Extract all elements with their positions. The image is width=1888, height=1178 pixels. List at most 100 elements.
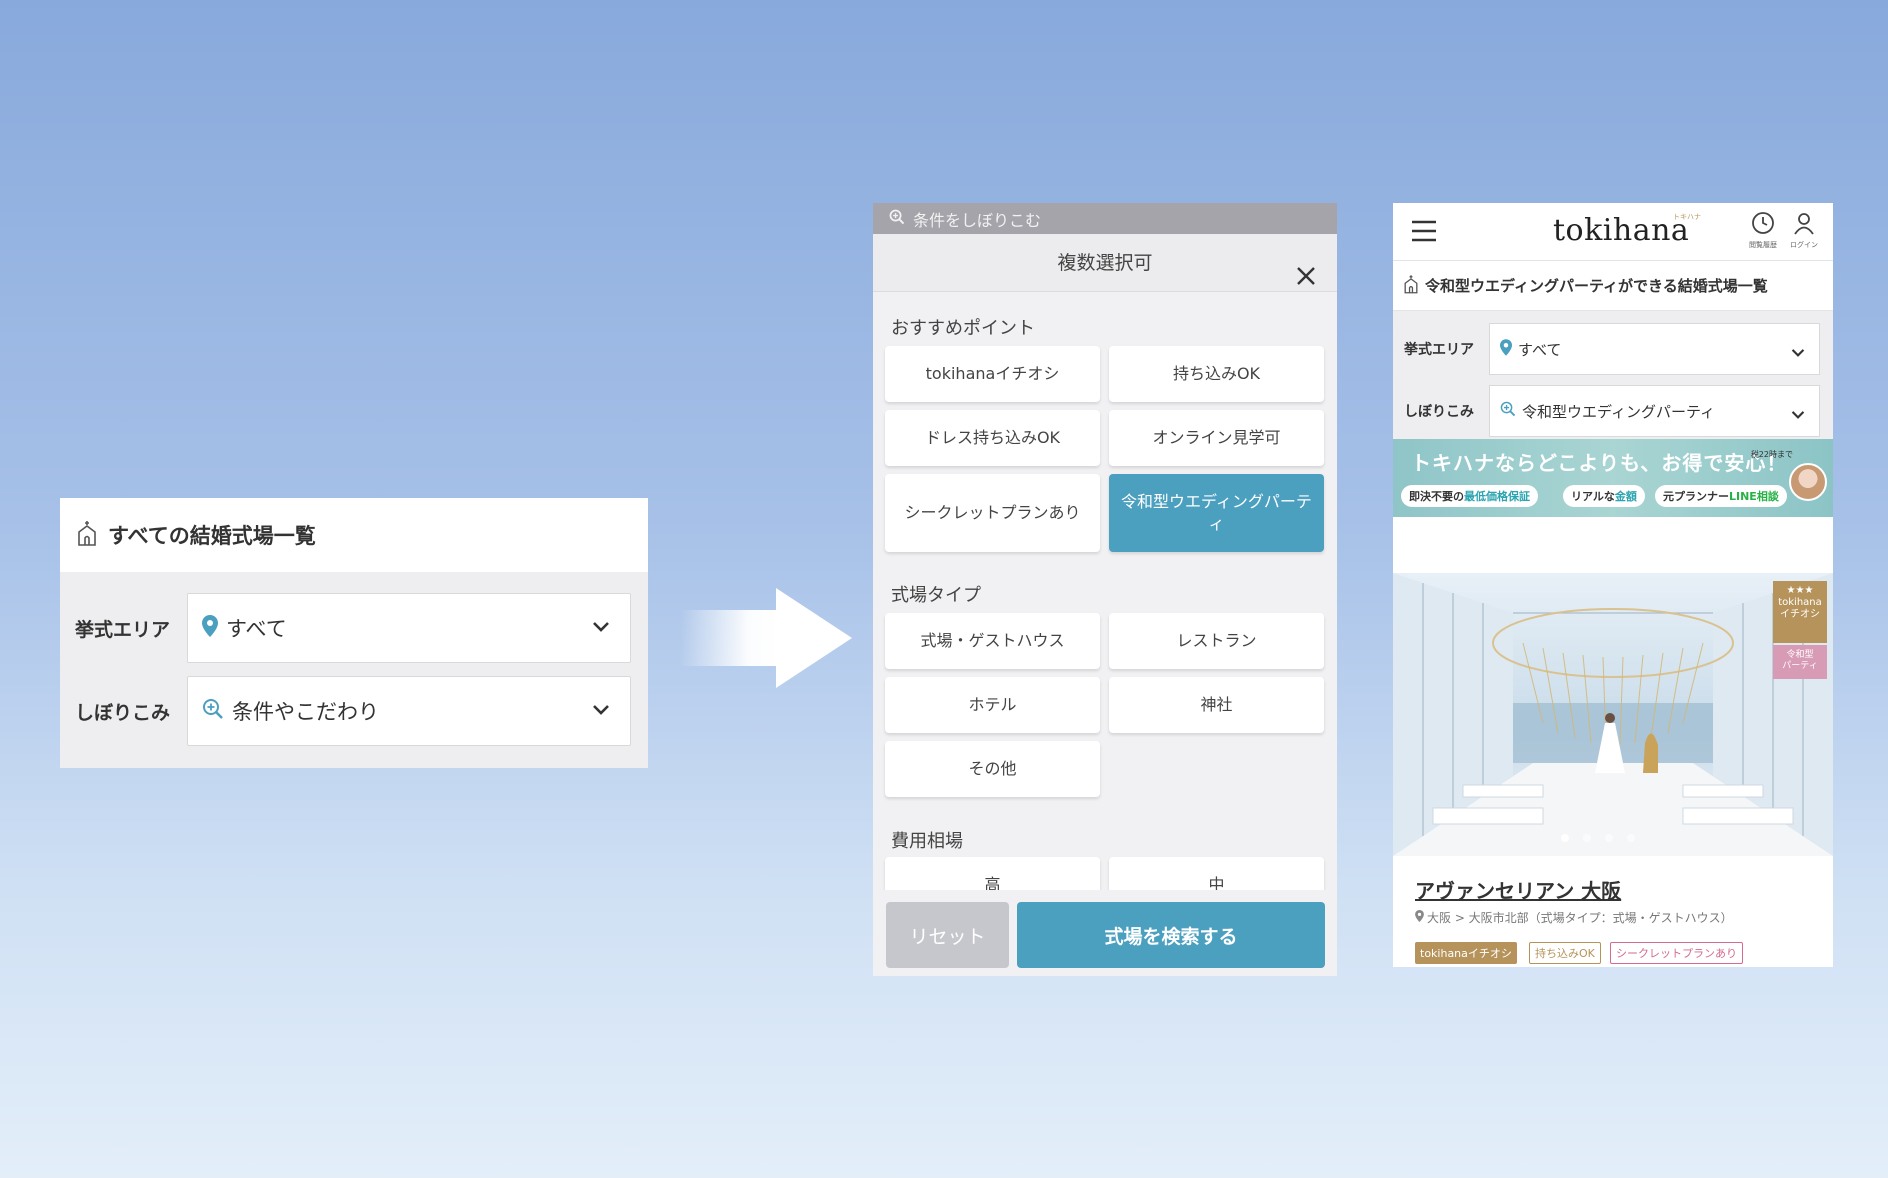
pill-prefix: リアルな: [1571, 490, 1615, 503]
card-header: すべての結婚式場一覧: [60, 498, 648, 572]
reiwa-party-badge: 令和型 パーティ: [1773, 645, 1827, 679]
results-title-bar: 令和型ウエディングパーティができる結婚式場一覧: [1393, 261, 1833, 311]
section-title-type: 式場タイプ: [891, 585, 981, 606]
option-mochikomi-ok[interactable]: 持ち込みOK: [1109, 346, 1324, 402]
area-row: 挙式エリア すべて: [60, 593, 648, 663]
history-caption: 閲覧履歴: [1749, 241, 1777, 249]
location-pin-icon: [1500, 338, 1512, 360]
pill-highlight: 最低価格保証: [1464, 490, 1530, 503]
section-title-recommend: おすすめポイント: [891, 318, 1035, 339]
pill-highlight: LINE相談: [1729, 490, 1779, 503]
carousel-dot[interactable]: [1605, 834, 1613, 842]
planner-avatar: [1789, 463, 1827, 501]
chapel-icon: [1403, 274, 1419, 298]
filter-value: 令和型ウエディングパーティ: [1522, 402, 1716, 421]
all-venues-card: すべての結婚式場一覧 挙式エリア すべて しぼりこみ 条件やこだわり: [60, 498, 648, 768]
banner-pill-line: 元プランナー LINE相談: [1655, 485, 1787, 507]
page-title: すべての結婚式場一覧: [108, 524, 316, 548]
zoom-search-icon: [889, 209, 905, 229]
filter-row: しぼりこみ 令和型ウエディングパーティ: [1393, 385, 1820, 437]
modal-header: 複数選択可: [873, 234, 1337, 292]
site-logo[interactable]: tokihana: [1553, 213, 1689, 248]
tag-tokihana-ichioshi: tokihanaイチオシ: [1415, 942, 1517, 964]
filter-select[interactable]: 令和型ウエディングパーティ: [1489, 385, 1820, 437]
venue-location-text: 大阪 > 大阪市北部（式場タイプ：式場・ゲストハウス）: [1427, 911, 1733, 925]
results-title: 令和型ウエディングパーティができる結婚式場一覧: [1425, 277, 1768, 295]
venue-location: 大阪 > 大阪市北部（式場タイプ：式場・ゲストハウス）: [1415, 909, 1733, 926]
option-reiwa-wedding-party[interactable]: 令和型ウエディングパーティ: [1109, 474, 1324, 552]
carousel-dot[interactable]: [1561, 834, 1569, 842]
pill-prefix: 即決不要の: [1409, 490, 1464, 503]
filter-row: しぼりこみ 条件やこだわり: [60, 676, 648, 746]
tokihana-recommend-badge: ★★★ tokihana イチオシ: [1773, 581, 1827, 643]
login-button[interactable]: ログイン: [1786, 211, 1822, 250]
option-jinja[interactable]: 神社: [1109, 677, 1324, 733]
option-other[interactable]: その他: [885, 741, 1100, 797]
section-title-cost: 費用相場: [891, 831, 963, 852]
chapel-icon: [76, 520, 98, 550]
area-select[interactable]: すべて: [1489, 323, 1820, 375]
area-label: 挙式エリア: [75, 618, 171, 641]
promo-banner[interactable]: トキハナならどこよりも、お得で安心！ 税22時まで 即決不要の 最低価格保証 リア…: [1393, 439, 1833, 517]
login-caption: ログイン: [1790, 241, 1818, 249]
chevron-down-icon: [1791, 405, 1805, 424]
chevron-down-icon: [592, 701, 610, 720]
option-shikijo-guesthouse[interactable]: 式場・ゲストハウス: [885, 613, 1100, 669]
badge-line: tokihana: [1778, 597, 1822, 608]
tag-mochikomi-ok: 持ち込みOK: [1529, 942, 1601, 964]
venue-photo-carousel[interactable]: ★★★ tokihana イチオシ 令和型 パーティ: [1393, 573, 1833, 856]
chevron-down-icon: [592, 618, 610, 637]
pill-prefix: 元プランナー: [1663, 490, 1729, 503]
hamburger-menu-icon[interactable]: [1411, 220, 1437, 246]
filter-select[interactable]: 条件やこだわり: [187, 676, 631, 746]
option-restaurant[interactable]: レストラン: [1109, 613, 1324, 669]
modal-search-text: 条件をしぼりこむ: [913, 210, 1042, 230]
modal-search-bar: 条件をしぼりこむ: [873, 203, 1337, 234]
zoom-search-icon: [202, 698, 224, 724]
user-icon: [1792, 213, 1816, 239]
venue-name-link[interactable]: アヴァンセリアン 大阪: [1415, 875, 1621, 904]
tag-secret-plan: シークレットプランあり: [1610, 942, 1743, 964]
carousel-dots: [1561, 834, 1635, 842]
clock-icon: [1751, 212, 1775, 239]
area-value: すべて: [226, 617, 287, 641]
option-online-kengaku[interactable]: オンライン見学可: [1109, 410, 1324, 466]
option-hotel[interactable]: ホテル: [885, 677, 1100, 733]
carousel-dot[interactable]: [1627, 834, 1635, 842]
modal-footer: リセット 式場を検索する: [873, 890, 1337, 976]
option-secret-plan[interactable]: シークレットプランあり: [885, 474, 1100, 552]
filter-label: しぼりこみ: [75, 701, 171, 724]
banner-pill-real: リアルな 金額: [1563, 485, 1645, 507]
filter-value: 条件やこだわり: [232, 700, 379, 724]
site-header: tokihana トキハナ 閲覧履歴 ログイン: [1393, 203, 1833, 261]
chevron-down-icon: [1791, 343, 1805, 362]
banner-pill-price: 即決不要の 最低価格保証: [1401, 485, 1538, 507]
flow-arrow-icon: [680, 588, 855, 692]
search-venues-button[interactable]: 式場を検索する: [1017, 902, 1325, 968]
badge-line: イチオシ: [1780, 609, 1820, 620]
option-tokihana-ichioshi[interactable]: tokihanaイチオシ: [885, 346, 1100, 402]
history-button[interactable]: 閲覧履歴: [1745, 211, 1781, 250]
area-value: すべて: [1518, 340, 1562, 359]
star-rating: ★★★: [1786, 585, 1814, 596]
banner-headline: トキハナならどこよりも、お得で安心！: [1411, 451, 1788, 475]
carousel-dot[interactable]: [1583, 834, 1591, 842]
close-icon[interactable]: [1295, 252, 1317, 285]
badge-line: 令和型: [1786, 650, 1814, 660]
area-select[interactable]: すべて: [187, 593, 631, 663]
filter-panel: 挙式エリア すべて しぼりこみ 令和型ウエディングパーティ: [1393, 311, 1833, 439]
logo-kana: トキハナ: [1673, 213, 1701, 221]
banner-badge: 税22時まで: [1750, 450, 1793, 459]
filter-label: しぼりこみ: [1404, 404, 1474, 420]
location-pin-icon: [202, 615, 218, 641]
mobile-results-page: tokihana トキハナ 閲覧履歴 ログイン 令和型ウエディングパーティができ…: [1393, 203, 1833, 967]
area-row: 挙式エリア すべて: [1393, 323, 1820, 375]
zoom-search-icon: [1500, 401, 1516, 421]
reset-button[interactable]: リセット: [886, 902, 1009, 968]
pill-highlight: 金額: [1614, 490, 1637, 503]
area-label: 挙式エリア: [1404, 342, 1474, 358]
filter-modal: 条件をしぼりこむ 複数選択可 おすすめポイント tokihanaイチオシ 持ち込…: [873, 203, 1337, 976]
chapel-photo: [1393, 573, 1833, 856]
modal-title: 複数選択可: [1057, 252, 1153, 274]
option-dress-mochikomi-ok[interactable]: ドレス持ち込みOK: [885, 410, 1100, 466]
